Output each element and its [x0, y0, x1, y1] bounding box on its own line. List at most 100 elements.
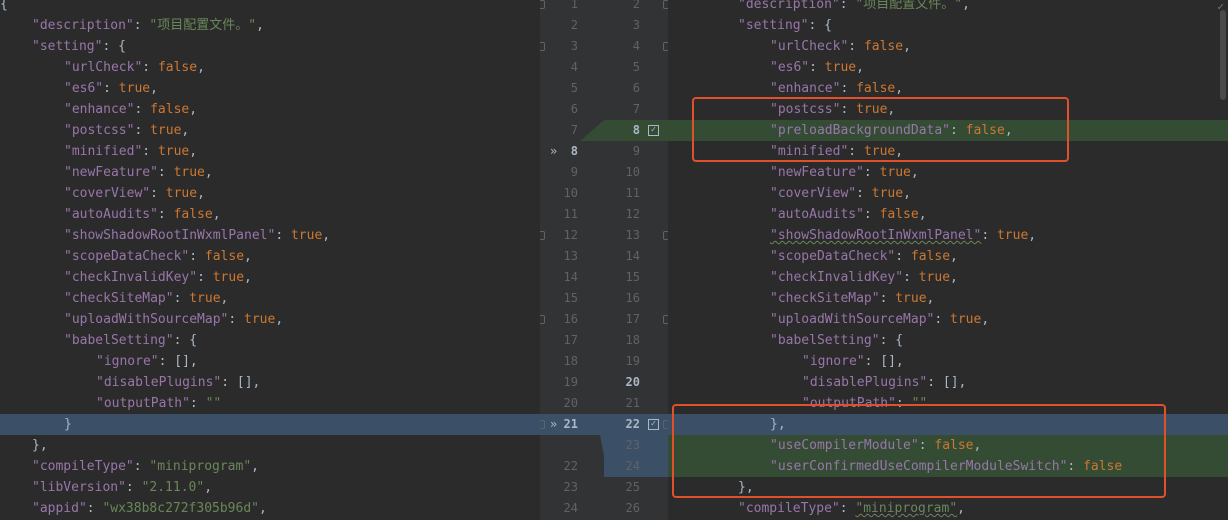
- fold-marker-icon[interactable]: [540, 315, 545, 324]
- code-line[interactable]: "ignore": [],: [0, 351, 540, 372]
- code-line[interactable]: "description": "项目配置文件。",: [0, 15, 540, 36]
- code-line[interactable]: "checkSiteMap": true,: [0, 288, 540, 309]
- right-line-number: 5: [632, 60, 640, 74]
- code-line[interactable]: "description": "项目配置文件。",: [668, 0, 1228, 15]
- code-line[interactable]: "es6": true,: [668, 57, 1228, 78]
- code-line[interactable]: "scopeDataCheck": false,: [668, 246, 1228, 267]
- code-line[interactable]: "es6": true,: [0, 78, 540, 99]
- code-line[interactable]: "appid": "wx38b8c272f305b96d",: [0, 498, 540, 519]
- code-line[interactable]: "enhance": false,: [0, 99, 540, 120]
- code-token: false: [204, 249, 245, 264]
- code-line[interactable]: "urlCheck": false,: [0, 57, 540, 78]
- code-line[interactable]: "newFeature": true,: [668, 162, 1228, 183]
- code-token: ,: [197, 186, 205, 201]
- code-token: "disablePlugins": [96, 375, 222, 390]
- code-line[interactable]: }: [0, 414, 540, 435]
- code-line[interactable]: "checkSiteMap": true,: [668, 288, 1228, 309]
- code-token: true: [157, 144, 190, 159]
- code-token: "compileType": [32, 459, 134, 474]
- code-token: "appid": [32, 501, 87, 516]
- left-line-number: 17: [563, 333, 578, 347]
- code-token: true: [165, 186, 198, 201]
- code-line[interactable]: "autoAudits": false,: [0, 204, 540, 225]
- code-token: true: [950, 312, 982, 327]
- code-line[interactable]: "uploadWithSourceMap": true,: [0, 309, 540, 330]
- code-token: :: [934, 312, 951, 327]
- code-line[interactable]: "setting": {: [0, 36, 540, 57]
- code-line[interactable]: "postcss": true,: [0, 120, 540, 141]
- code-token: "2.11.0": [141, 480, 205, 495]
- code-line[interactable]: "libVersion": "2.11.0",: [0, 477, 540, 498]
- code-token: ,: [189, 102, 198, 117]
- left-editor-pane[interactable]: {"description": "项目配置文件。", "setting": {"u…: [0, 0, 540, 520]
- code-token: ,: [150, 81, 158, 96]
- code-line[interactable]: "enhance": false,: [668, 78, 1228, 99]
- right-editor-pane[interactable]: ✓ "description": "项目配置文件。", "setting": {"…: [668, 0, 1228, 520]
- code-line[interactable]: "compileType": "miniprogram",: [668, 498, 1228, 519]
- code-token: ,: [256, 18, 264, 33]
- code-token: :: [133, 18, 150, 33]
- merge-arrow-icon[interactable]: »: [550, 414, 557, 435]
- code-line[interactable]: {: [0, 0, 540, 15]
- code-token: :: [839, 501, 856, 516]
- code-token: true: [244, 312, 276, 327]
- code-token: : {: [102, 39, 126, 54]
- code-token: "coverView": [770, 186, 857, 201]
- code-line[interactable]: "showShadowRootInWxmlPanel": true,: [668, 225, 1228, 246]
- code-token: :: [142, 60, 158, 75]
- code-token: :: [157, 165, 174, 180]
- code-line[interactable]: "ignore": [],: [668, 351, 1228, 372]
- code-line[interactable]: "disablePlugins": [],: [668, 372, 1228, 393]
- left-line-number: 5: [570, 81, 578, 95]
- code-line[interactable]: "newFeature": true,: [0, 162, 540, 183]
- code-token: true: [895, 291, 927, 306]
- code-line[interactable]: "showShadowRootInWxmlPanel": true,: [0, 225, 540, 246]
- code-line[interactable]: "urlCheck": false,: [668, 36, 1228, 57]
- code-line[interactable]: "disablePlugins": [],: [0, 372, 540, 393]
- code-line[interactable]: "checkInvalidKey": true,: [0, 267, 540, 288]
- fold-marker-icon[interactable]: [540, 231, 545, 240]
- code-token: :: [903, 270, 919, 285]
- fold-marker-icon[interactable]: [540, 420, 545, 429]
- fold-marker-icon[interactable]: [540, 0, 545, 9]
- apply-change-checkbox[interactable]: ✓: [648, 125, 659, 136]
- code-line[interactable]: "autoAudits": false,: [668, 204, 1228, 225]
- apply-change-checkbox[interactable]: ✓: [648, 419, 659, 430]
- code-token: :: [189, 249, 205, 264]
- code-token: "setting": [32, 39, 103, 54]
- code-token: true: [150, 123, 182, 138]
- code-token: true: [996, 228, 1029, 243]
- left-line-number: 20: [563, 396, 578, 410]
- code-token: :: [840, 81, 857, 96]
- code-line[interactable]: "coverView": true,: [668, 183, 1228, 204]
- code-line[interactable]: "checkInvalidKey": true,: [668, 267, 1228, 288]
- code-line[interactable]: "babelSetting": {: [0, 330, 540, 351]
- code-token: "outputPath": [96, 396, 190, 411]
- left-line-number: 24: [563, 501, 578, 515]
- left-line-number: 16: [563, 312, 578, 326]
- code-line[interactable]: "outputPath": "": [0, 393, 540, 414]
- code-line[interactable]: "coverView": true,: [0, 183, 540, 204]
- code-token: "showShadowRootInWxmlPanel": [64, 228, 276, 243]
- code-line[interactable]: "minified": true,: [0, 141, 540, 162]
- code-token: true: [212, 270, 245, 285]
- left-line-number: 2: [570, 18, 578, 32]
- code-token: "checkInvalidKey": [770, 270, 904, 285]
- code-token: :: [809, 60, 825, 75]
- code-line[interactable]: "scopeDataCheck": false,: [0, 246, 540, 267]
- code-token: "enhance": [64, 102, 135, 117]
- fold-marker-icon[interactable]: [540, 42, 545, 51]
- code-line[interactable]: "compileType": "miniprogram",: [0, 456, 540, 477]
- diff-gutter: 1 2 3 4 5 6 7 8 9 10 11 12 13 14 15 16 17 18 19 20 21 22 23 24 2…: [540, 0, 668, 520]
- code-line[interactable]: "setting": {: [668, 15, 1228, 36]
- code-token: "enhance": [770, 81, 841, 96]
- code-token: ,: [204, 165, 213, 180]
- code-token: ,: [259, 501, 267, 516]
- code-token: true: [871, 186, 904, 201]
- code-token: :: [839, 0, 856, 12]
- code-line[interactable]: },: [0, 435, 540, 456]
- code-line[interactable]: "uploadWithSourceMap": true,: [668, 309, 1228, 330]
- merge-arrow-icon[interactable]: »: [550, 141, 557, 162]
- code-line[interactable]: "babelSetting": {: [668, 330, 1228, 351]
- code-token: :: [150, 186, 166, 201]
